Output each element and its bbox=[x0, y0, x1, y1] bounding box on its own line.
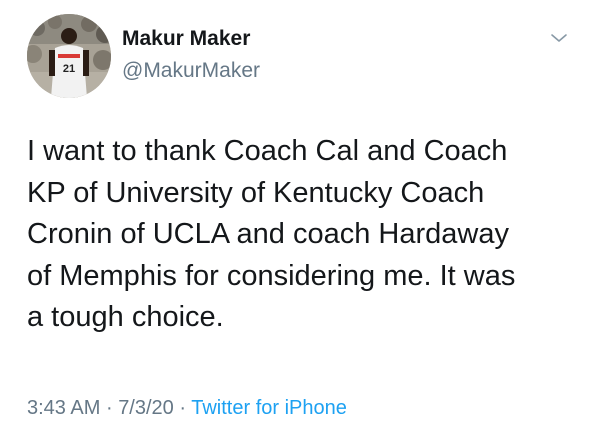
chevron-down-icon bbox=[551, 34, 567, 42]
tweet-card: 21 Makur Maker @MakurMaker I want to tha… bbox=[0, 0, 595, 432]
user-handle[interactable]: @MakurMaker bbox=[122, 59, 260, 83]
tweet-text: I want to thank Coach Cal and Coach KP o… bbox=[27, 135, 516, 333]
meta-separator: · bbox=[179, 397, 187, 419]
meta-separator: · bbox=[105, 397, 113, 419]
avatar[interactable]: 21 bbox=[27, 14, 111, 98]
tweet-time[interactable]: 3:43 AM bbox=[27, 397, 100, 419]
tweet-menu-button[interactable] bbox=[550, 31, 568, 45]
profile-photo-icon: 21 bbox=[27, 14, 111, 98]
tweet-date[interactable]: 7/3/20 bbox=[118, 397, 174, 419]
jersey-number: 21 bbox=[63, 63, 75, 75]
tweet-source-link[interactable]: Twitter for iPhone bbox=[191, 397, 347, 419]
tweet-meta: 3:43 AM · 7/3/20 · Twitter for iPhone bbox=[27, 397, 347, 420]
display-name[interactable]: Makur Maker bbox=[122, 27, 250, 51]
